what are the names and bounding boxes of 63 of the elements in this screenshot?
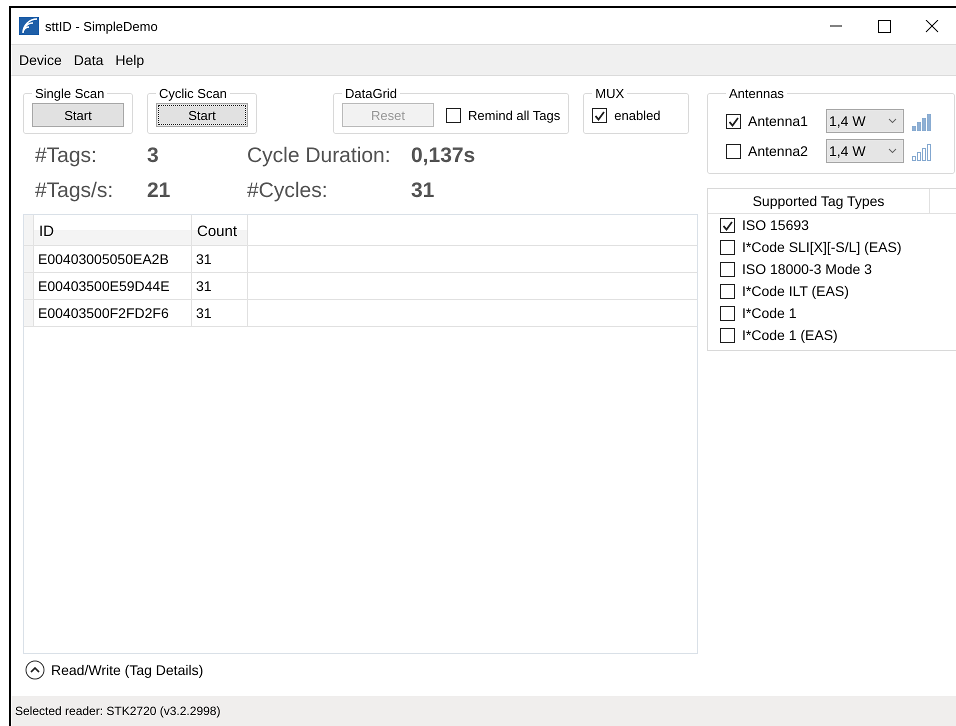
checkbox[interactable] bbox=[446, 108, 461, 122]
checkbox[interactable] bbox=[720, 284, 735, 298]
power-dropdown[interactable]: 1,4 W bbox=[826, 109, 904, 133]
checkbox[interactable] bbox=[720, 218, 735, 232]
signal-icon bbox=[912, 111, 932, 131]
checkbox-label[interactable]: Antenna1 bbox=[748, 113, 808, 129]
check-icon bbox=[721, 218, 734, 232]
checkbox-label[interactable]: Antenna2 bbox=[748, 143, 808, 159]
stat-label: #Cycles: bbox=[247, 179, 329, 204]
signal-icon bbox=[912, 141, 932, 161]
stat-value: 0,137s bbox=[411, 144, 476, 169]
group-title: MUX bbox=[594, 86, 626, 101]
start-button[interactable]: Start bbox=[32, 103, 124, 127]
checkbox-label[interactable]: I*Code ILT (EAS) bbox=[742, 283, 849, 299]
expander-label[interactable]: Read/Write (Tag Details) bbox=[51, 662, 204, 678]
chevron-down-icon bbox=[888, 148, 897, 154]
table-cell: 31 bbox=[192, 273, 248, 299]
checkbox-label[interactable]: ISO 15693 bbox=[742, 217, 809, 233]
check-icon bbox=[593, 108, 606, 122]
checkbox-label[interactable]: I*Code 1 (EAS) bbox=[742, 327, 838, 343]
stat-value: 21 bbox=[147, 179, 172, 204]
window-title: sttID - SimpleDemo bbox=[45, 18, 159, 34]
checkbox[interactable] bbox=[720, 262, 735, 276]
table-cell: E00403500F2FD2F6 bbox=[34, 300, 192, 326]
table-cell: 31 bbox=[192, 246, 248, 272]
group-title: Antennas bbox=[728, 86, 785, 101]
table-cell: E00403500E59D44E bbox=[34, 273, 192, 299]
checkbox-label[interactable]: I*Code SLI[X][-S/L] (EAS) bbox=[742, 239, 902, 255]
menu-item[interactable]: Data bbox=[68, 52, 110, 68]
menu-item[interactable]: Device bbox=[13, 52, 68, 68]
check-icon bbox=[727, 114, 740, 128]
chevron-circle-icon[interactable] bbox=[25, 660, 45, 680]
dropdown-value: 1,4 W bbox=[829, 143, 866, 159]
checkbox[interactable] bbox=[720, 240, 735, 254]
stat-label: #Tags: bbox=[35, 144, 98, 169]
stat-label: Cycle Duration: bbox=[247, 144, 392, 169]
checkbox[interactable] bbox=[720, 328, 735, 342]
checkbox[interactable] bbox=[720, 306, 735, 320]
checkbox-label[interactable]: enabled bbox=[614, 108, 661, 122]
checkbox-label[interactable]: ISO 18000-3 Mode 3 bbox=[742, 261, 872, 277]
table-cell: 31 bbox=[192, 300, 248, 326]
table-cell: E00403005050EA2B bbox=[34, 246, 192, 272]
checkbox-label[interactable]: Remind all Tags bbox=[468, 108, 560, 122]
checkbox[interactable] bbox=[726, 144, 741, 158]
menu-item[interactable]: Help bbox=[109, 52, 150, 68]
group-title: Single Scan bbox=[34, 86, 106, 101]
power-dropdown[interactable]: 1,4 W bbox=[826, 139, 904, 163]
stat-label: #Tags/s: bbox=[35, 179, 114, 204]
column-header[interactable]: ID bbox=[34, 215, 192, 245]
group-title: DataGrid bbox=[344, 86, 398, 101]
column-header[interactable]: Count bbox=[192, 215, 248, 245]
stat-value: 3 bbox=[147, 144, 160, 169]
checkbox-label[interactable]: I*Code 1 bbox=[742, 305, 796, 321]
stat-value: 31 bbox=[411, 179, 436, 204]
app-logo-icon bbox=[19, 17, 39, 35]
group-title: Cyclic Scan bbox=[158, 86, 228, 101]
status-text: Selected reader: STK2720 (v3.2.2998) bbox=[15, 704, 220, 718]
chevron-down-icon bbox=[888, 118, 897, 124]
dropdown-value: 1,4 W bbox=[829, 113, 866, 129]
column-header[interactable]: Supported Tag Types bbox=[708, 189, 930, 213]
start-button[interactable]: Start bbox=[156, 103, 248, 127]
checkbox[interactable] bbox=[726, 114, 741, 128]
checkbox[interactable] bbox=[592, 108, 608, 122]
